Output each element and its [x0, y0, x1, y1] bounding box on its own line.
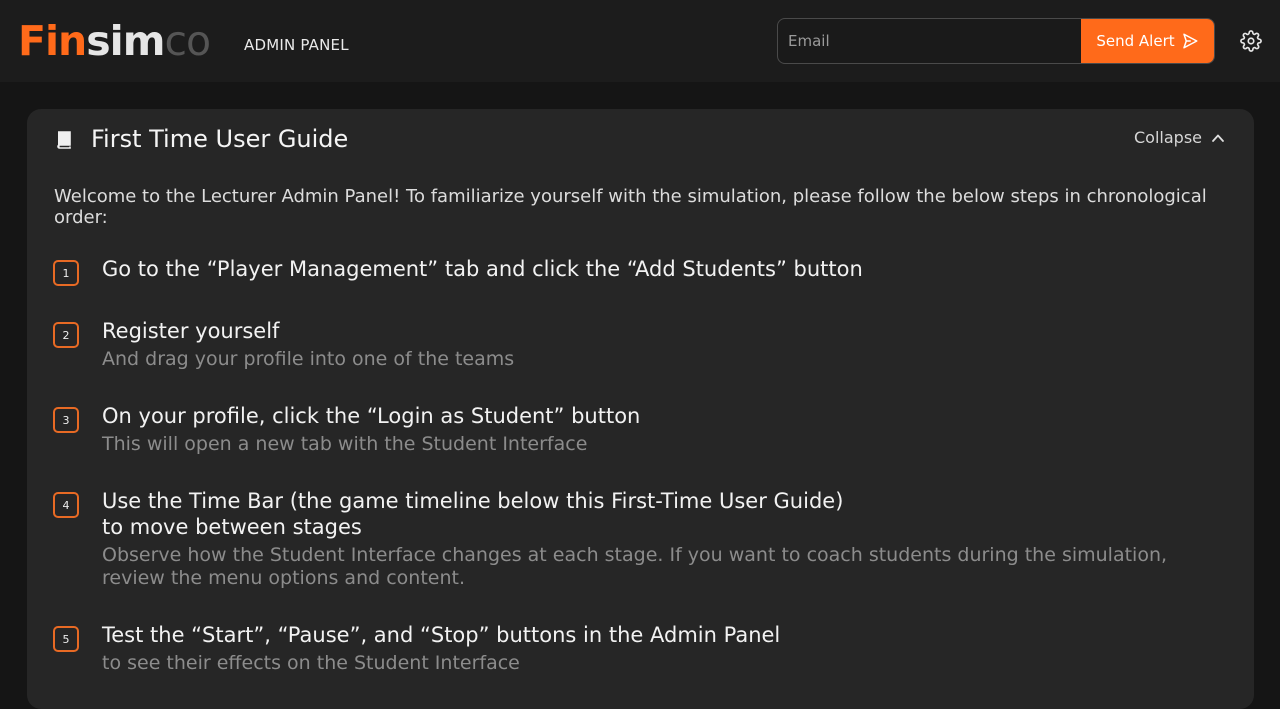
guide-title: First Time User Guide — [91, 125, 349, 153]
step-title: Test the “Start”, “Pause”, and “Stop” bu… — [102, 623, 781, 647]
first-time-user-guide-card: First Time User Guide Collapse Welcome t… — [27, 109, 1254, 709]
step-number-badge: 5 — [53, 626, 79, 652]
step-subtitle: This will open a new tab with the Studen… — [102, 433, 588, 455]
email-input[interactable] — [778, 19, 1082, 63]
step-number-badge: 4 — [53, 492, 79, 518]
step-number-badge: 1 — [53, 260, 79, 286]
step-title: Register yourself — [102, 319, 280, 343]
book-icon — [57, 131, 71, 149]
send-alert-label: Send Alert — [1096, 32, 1175, 50]
chevron-up-icon — [1212, 134, 1224, 142]
step-subtitle: to see their effects on the Student Inte… — [102, 652, 520, 674]
admin-panel-label: ADMIN PANEL — [244, 36, 349, 54]
step-number-badge: 2 — [53, 322, 79, 348]
step-subtitle: Observe how the Student Interface change… — [102, 544, 1168, 589]
step-title: On your profile, click the “Login as Stu… — [102, 404, 641, 428]
step-title: Use the Time Bar (the game timeline belo… — [102, 489, 844, 539]
finsimco-logo[interactable]: Finsimco — [18, 16, 211, 66]
email-alert-form: Send Alert — [777, 18, 1215, 64]
guide-intro: Welcome to the Lecturer Admin Panel! To … — [54, 186, 1207, 228]
logo-part-co: co — [164, 17, 211, 65]
top-bar: Finsimco ADMIN PANEL Send Alert — [0, 0, 1280, 82]
collapse-button[interactable]: Collapse — [1134, 128, 1226, 147]
logo-part-sim: sim — [86, 17, 165, 65]
step-number-badge: 3 — [53, 407, 79, 433]
step-subtitle: And drag your profile into one of the te… — [102, 348, 515, 370]
gear-icon[interactable] — [1240, 30, 1262, 52]
send-alert-button[interactable]: Send Alert — [1081, 19, 1214, 63]
collapse-label: Collapse — [1134, 128, 1202, 147]
send-icon — [1182, 33, 1198, 49]
step-title: Go to the “Player Management” tab and cl… — [102, 257, 863, 281]
logo-part-fin: Fin — [18, 17, 87, 65]
